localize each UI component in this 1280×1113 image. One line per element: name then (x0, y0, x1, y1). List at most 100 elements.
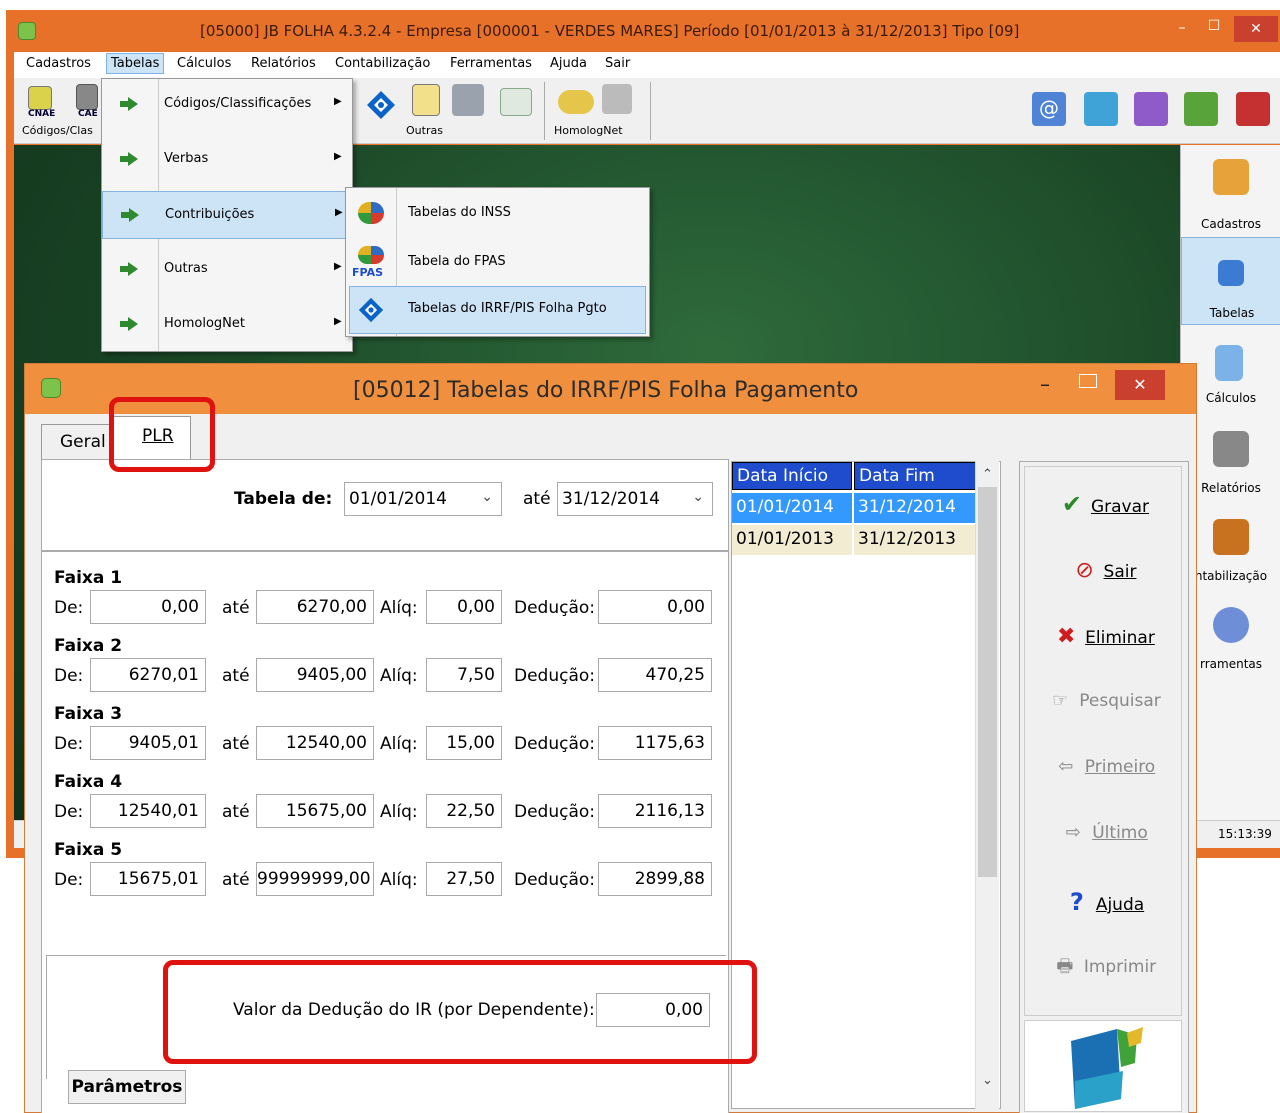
faixa-aliq-input[interactable]: 22,50 (426, 794, 502, 828)
menu-tabelas[interactable]: Tabelas (106, 53, 165, 74)
faixa-de-input[interactable]: 9405,01 (90, 726, 206, 760)
irrf-diamond-icon[interactable] (366, 90, 396, 120)
scroll-down-icon[interactable]: ⌄ (982, 1073, 993, 1088)
grid-scrollbar[interactable]: ⌃ ⌄ (975, 461, 999, 1109)
grid-header-data-inicio[interactable]: Data Início (732, 462, 852, 490)
menu-cadastros[interactable]: Cadastros (26, 56, 91, 71)
menu-item-verbas[interactable]: Verbas ▶ (102, 136, 352, 184)
dialog-maximize-button[interactable] (1079, 374, 1097, 388)
coins-icon[interactable] (558, 90, 594, 114)
grid-cell[interactable]: 31/12/2013 (854, 525, 976, 555)
green-arrow-icon (121, 208, 139, 222)
window-icon[interactable] (1184, 92, 1218, 126)
jb-logo (1024, 1020, 1182, 1112)
dialog-minimize-button[interactable]: – (1040, 372, 1050, 396)
ajuda-button[interactable]: ? Ajuda (1020, 888, 1188, 928)
faixa-ate-input[interactable]: 6270,00 (256, 590, 374, 624)
menu-item-inss[interactable]: Tabelas do INSS (346, 190, 649, 238)
menu-item-fpas[interactable]: FPAS Tabela do FPAS (346, 238, 649, 286)
ate-select[interactable]: 31/12/2014 ⌄ (557, 482, 713, 516)
faixa-ate-input[interactable]: 99999999,00 (256, 862, 374, 896)
faixa-deducao-input[interactable]: 1175,63 (598, 726, 712, 760)
menu-relatorios[interactable]: Relatórios (251, 56, 316, 71)
cae-icon[interactable] (76, 84, 98, 110)
at-icon[interactable]: @ (1032, 92, 1066, 126)
sync-icon[interactable] (1084, 92, 1118, 126)
faixa-ate-input[interactable]: 15675,00 (256, 794, 374, 828)
faixa-de-input[interactable]: 15675,01 (90, 862, 206, 896)
aliq-label: Alíq: (380, 734, 418, 754)
chat-icon[interactable] (1134, 92, 1168, 126)
main-close-button[interactable]: ✕ (1234, 16, 1278, 42)
deducao-label: Dedução: (514, 666, 596, 686)
faixa-title: Faixa 2 (54, 636, 123, 656)
grid-cell[interactable]: 01/01/2013 (732, 525, 852, 555)
imprimir-button[interactable]: 🖶 Imprimir (1020, 954, 1188, 994)
pesquisar-button[interactable]: ☞ Pesquisar (1020, 690, 1188, 730)
eliminar-button[interactable]: ✖ Eliminar (1020, 624, 1188, 664)
faixa-aliq-input[interactable]: 0,00 (426, 590, 502, 624)
menu-calculos[interactable]: Cálculos (177, 56, 231, 71)
grid-cell[interactable]: 31/12/2014 (854, 493, 976, 523)
grid-header-data-fim[interactable]: Data Fim (854, 462, 976, 490)
faixa-aliq-input[interactable]: 15,00 (426, 726, 502, 760)
grid-cell[interactable]: 01/01/2014 (732, 493, 852, 523)
faixa-deducao-input[interactable]: 0,00 (598, 590, 712, 624)
faixa-aliq-input[interactable]: 27,50 (426, 862, 502, 896)
menu-ferramentas[interactable]: Ferramentas (450, 56, 532, 71)
aliq-label: Alíq: (380, 870, 418, 890)
arrow-right-icon: ⇨ (1065, 822, 1081, 843)
tools-icon[interactable] (452, 84, 484, 116)
cnae-icon[interactable] (28, 86, 52, 110)
rp-cadastros[interactable]: Cadastros (1181, 145, 1280, 233)
menu-sair[interactable]: Sair (605, 56, 630, 71)
menu-ajuda[interactable]: Ajuda (550, 56, 587, 71)
faixa-de-input[interactable]: 0,00 (90, 590, 206, 624)
clipboard-icon[interactable] (412, 84, 440, 116)
menu-bar: Cadastros Tabelas Cálculos Relatórios Co… (14, 52, 1280, 78)
parametros-tab[interactable]: Parâmetros (68, 1070, 186, 1104)
faixa-aliq-input[interactable]: 7,50 (426, 658, 502, 692)
menu-item-label: Códigos/Classificações (164, 96, 312, 111)
menu-item-label: Outras (164, 261, 208, 276)
scroll-thumb[interactable] (978, 487, 997, 877)
app-logo-icon (18, 22, 36, 40)
fpas-icon-text: FPAS (352, 266, 384, 279)
faixa-de-input[interactable]: 12540,01 (90, 794, 206, 828)
rp-tabelas[interactable]: Tabelas (1181, 237, 1280, 325)
dialog-close-button[interactable]: ✕ (1115, 370, 1165, 400)
menu-item-outras[interactable]: Outras ▶ (102, 246, 352, 294)
gravar-button[interactable]: ✔ Gravar (1020, 490, 1188, 530)
faixa-ate-input[interactable]: 12540,00 (256, 726, 374, 760)
faixa-deducao-input[interactable]: 470,25 (598, 658, 712, 692)
menu-item-label: HomologNet (164, 316, 245, 331)
tab-geral[interactable]: Geral (41, 424, 111, 459)
chart-icon[interactable] (500, 88, 532, 116)
sair-button[interactable]: ⊘ Sair (1020, 558, 1188, 598)
de-label: De: (54, 598, 84, 618)
scroll-up-icon[interactable]: ⌃ (982, 467, 993, 482)
homolognet-icon[interactable] (602, 84, 632, 114)
exit-icon[interactable] (1236, 92, 1270, 126)
ate-label: até (222, 598, 250, 618)
highlight-valor-deducao (163, 960, 757, 1064)
tabela-de-select[interactable]: 01/01/2014 ⌄ (344, 482, 502, 516)
faixa-deducao-input[interactable]: 2899,88 (598, 862, 712, 896)
main-maximize-button[interactable]: ☐ (1204, 18, 1224, 34)
menu-item-homolognet[interactable]: HomologNet ▶ (102, 301, 352, 349)
no-entry-icon: ⊘ (1075, 558, 1094, 583)
ultimo-button[interactable]: ⇨ Último (1020, 822, 1188, 862)
primeiro-button[interactable]: ⇦ Primeiro (1020, 756, 1188, 796)
menu-item-irrf-pis[interactable]: Tabelas do IRRF/PIS Folha Pgto (349, 286, 646, 334)
main-minimize-button[interactable]: – (1172, 20, 1192, 36)
menu-item-label: Contribuições (165, 207, 255, 222)
fpas-icon (358, 246, 384, 264)
menu-contabilizacao[interactable]: Contabilização (335, 56, 430, 71)
menu-item-codigos[interactable]: Códigos/Classificações ▶ (102, 81, 352, 129)
menu-item-contribuicoes[interactable]: Contribuições ▶ (102, 191, 352, 239)
faixa-ate-input[interactable]: 9405,00 (256, 658, 374, 692)
faixa-de-input[interactable]: 6270,01 (90, 658, 206, 692)
printer-icon (1213, 431, 1249, 467)
deducao-label: Dedução: (514, 802, 596, 822)
faixa-deducao-input[interactable]: 2116,13 (598, 794, 712, 828)
